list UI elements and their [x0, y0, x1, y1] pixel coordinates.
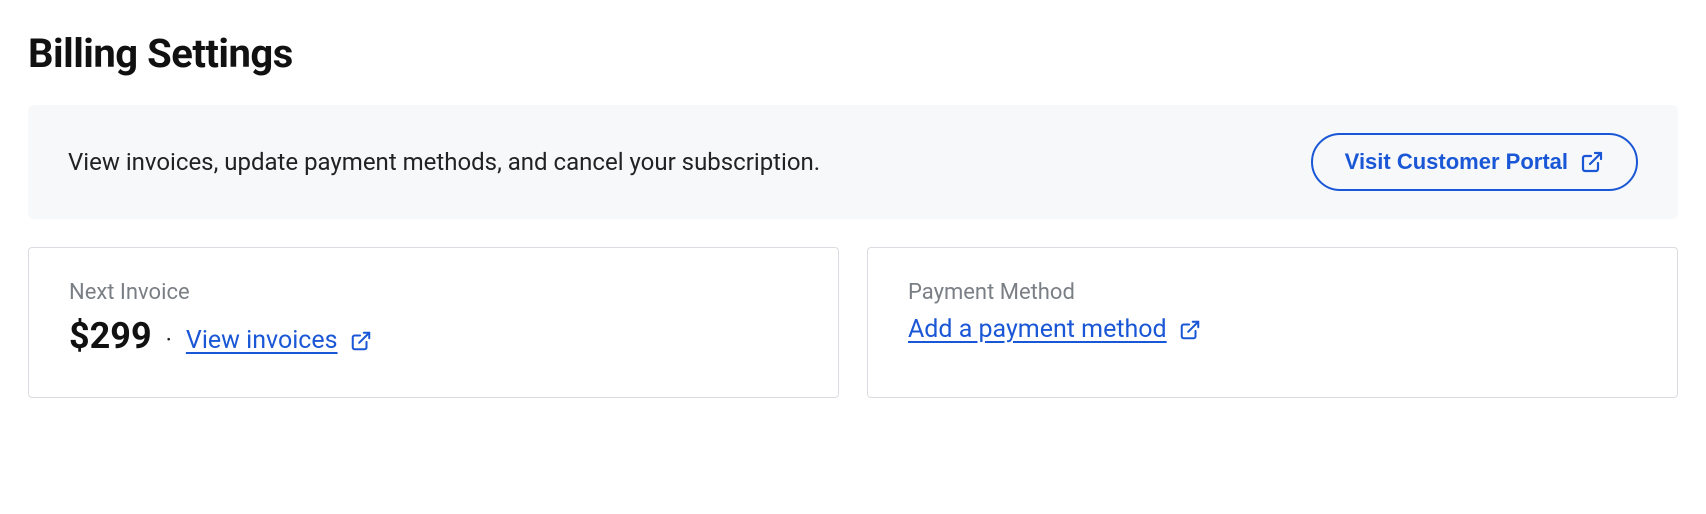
next-invoice-label: Next Invoice: [69, 280, 798, 305]
next-invoice-card: Next Invoice $299 · View invoices: [28, 247, 839, 398]
external-link-icon: [350, 330, 372, 352]
add-payment-method-link[interactable]: Add a payment method: [908, 315, 1201, 344]
portal-button-label: Visit Customer Portal: [1345, 149, 1568, 175]
next-invoice-row: $299 · View invoices: [69, 315, 798, 357]
payment-method-card: Payment Method Add a payment method: [867, 247, 1678, 398]
next-invoice-amount: $299: [69, 315, 152, 357]
external-link-icon: [1580, 150, 1604, 174]
banner-description: View invoices, update payment methods, a…: [68, 148, 820, 176]
page-title: Billing Settings: [28, 30, 1678, 77]
visit-customer-portal-button[interactable]: Visit Customer Portal: [1311, 133, 1638, 191]
payment-method-label: Payment Method: [908, 280, 1637, 305]
billing-cards-row: Next Invoice $299 · View invoices Paymen…: [28, 247, 1678, 398]
external-link-icon: [1179, 319, 1201, 341]
view-invoices-label: View invoices: [186, 326, 338, 355]
add-payment-method-label: Add a payment method: [908, 315, 1167, 344]
customer-portal-banner: View invoices, update payment methods, a…: [28, 105, 1678, 219]
separator-dot: ·: [166, 326, 172, 354]
view-invoices-link[interactable]: View invoices: [186, 326, 372, 355]
